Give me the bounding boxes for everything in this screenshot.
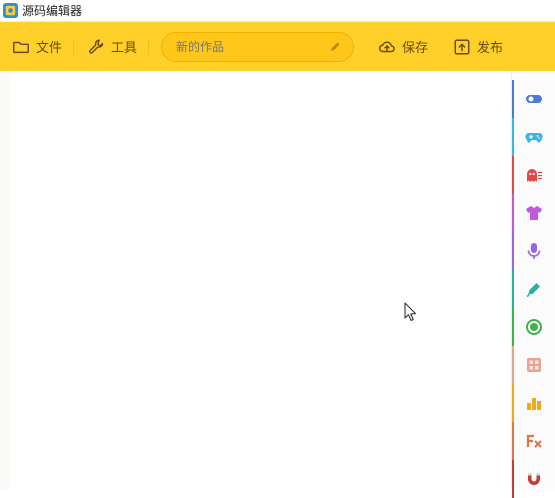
category-accent-bar — [512, 384, 514, 422]
save-button[interactable]: 保存 — [378, 37, 428, 56]
cloud-upload-icon — [378, 41, 395, 52]
editor-canvas[interactable] — [0, 71, 511, 489]
save-label: 保存 — [402, 41, 429, 56]
file-menu-button[interactable]: 文件 — [12, 37, 62, 56]
category-operators[interactable] — [512, 346, 555, 384]
microphone-icon — [527, 243, 540, 259]
circle-icon — [525, 319, 542, 335]
category-accent-bar — [512, 80, 514, 118]
tools-menu-label: 工具 — [111, 41, 138, 56]
magnet-icon — [527, 473, 540, 485]
category-accent-bar — [512, 460, 514, 498]
category-pen[interactable] — [512, 270, 555, 308]
file-menu-label: 文件 — [36, 41, 63, 56]
category-accent-bar — [512, 232, 514, 270]
category-accent-bar — [512, 270, 514, 308]
toolbar-divider — [73, 39, 74, 55]
title-bar: 源码编辑器 — [0, 0, 555, 22]
toolbar-divider — [148, 39, 149, 55]
category-accent-bar — [512, 308, 514, 346]
category-ghost[interactable] — [512, 156, 555, 194]
category-accent-bar — [512, 194, 514, 232]
publish-label: 发布 — [477, 41, 504, 56]
shirt-icon — [525, 206, 542, 220]
project-name-input[interactable] — [174, 39, 329, 55]
category-physics[interactable] — [512, 460, 555, 498]
left-rail — [0, 71, 10, 489]
category-accent-bar — [512, 118, 514, 156]
project-name-field[interactable] — [161, 32, 354, 62]
upload-box-icon — [454, 39, 470, 54]
wrench-icon — [89, 39, 104, 54]
category-accent-bar — [512, 346, 514, 384]
publish-button[interactable]: 发布 — [453, 37, 503, 56]
bar-chart-icon — [526, 398, 541, 410]
gamepad-icon — [524, 132, 543, 143]
tools-menu-button[interactable]: 工具 — [87, 37, 137, 56]
category-data[interactable] — [512, 384, 555, 422]
ghost-icon — [526, 169, 542, 182]
category-accent-bar — [512, 156, 514, 194]
top-toolbar: 文件 工具 保存 发布 — [0, 22, 555, 71]
pen-icon — [526, 283, 540, 298]
folder-icon — [13, 41, 29, 53]
category-accent-bar — [512, 422, 514, 460]
app-logo-icon — [3, 3, 18, 18]
toggle-icon — [525, 95, 542, 103]
block-category-panel — [511, 71, 555, 498]
category-control[interactable] — [512, 308, 555, 346]
mouse-cursor-icon — [404, 302, 417, 322]
function-icon — [526, 434, 542, 448]
category-toggle[interactable] — [512, 80, 555, 118]
window-title: 源码编辑器 — [22, 4, 83, 18]
category-gamepad[interactable] — [512, 118, 555, 156]
category-sound[interactable] — [512, 232, 555, 270]
category-costume[interactable] — [512, 194, 555, 232]
category-functions[interactable] — [512, 422, 555, 460]
pencil-icon[interactable] — [329, 41, 341, 53]
calculator-icon — [526, 358, 541, 372]
